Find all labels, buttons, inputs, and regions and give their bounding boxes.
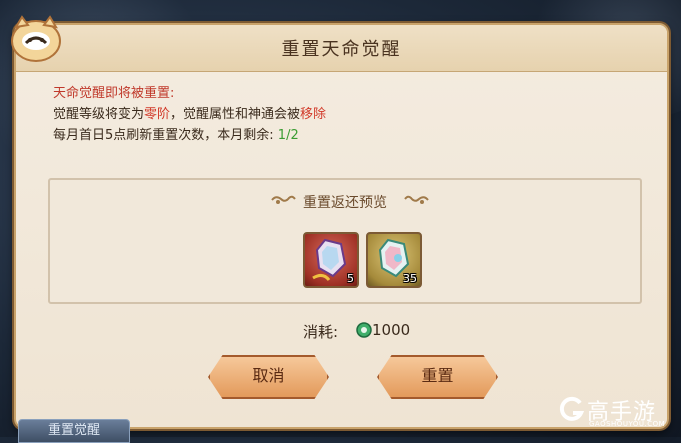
remove-text: 移除 — [300, 107, 327, 122]
level-reset-text: 觉醒等级将变为 — [53, 107, 145, 122]
reset-info: 天命觉醒即将被重置: 觉醒等级将变为零阶，觉醒属性和神通会被移除 每月首日5点刷… — [53, 83, 326, 146]
gold-crystal-item[interactable]: 35 — [366, 232, 422, 288]
refresh-line: 每月首日5点刷新重置次数，本月剩余: 1/2 — [53, 125, 326, 146]
reset-awakening-tab[interactable]: 重置觉醒 — [18, 419, 130, 443]
watermark: 高手游 GAOSHOUYOU.COM — [559, 392, 677, 432]
preview-title: 重置返还预览 — [303, 195, 387, 211]
dialog-title: 重置天命觉醒 — [281, 39, 402, 60]
warning-title: 天命觉醒即将被重置: — [53, 86, 175, 101]
remaining-count: 1/2 — [277, 128, 299, 143]
cancel-button[interactable]: 取消 — [208, 355, 329, 399]
cost-value: 1000 — [372, 321, 411, 339]
attribute-text: ，觉醒属性和神通会被 — [170, 107, 301, 122]
reset-preview-panel: 重置返还预览 5 35 — [48, 178, 642, 304]
item-count: 35 — [403, 272, 417, 285]
level-reset-line: 觉醒等级将变为零阶，觉醒属性和神通会被移除 — [53, 104, 326, 125]
reset-button[interactable]: 重置 — [377, 355, 498, 399]
red-crystal-item[interactable]: 5 — [303, 232, 359, 288]
zero-level-text: 零阶 — [144, 107, 171, 122]
refresh-text: 每月首日5点刷新重置次数，本月剩余: — [53, 128, 274, 143]
item-count: 5 — [347, 272, 354, 285]
cloud-ornament-right-icon — [404, 195, 429, 204]
dialog-header: 重置天命觉醒 — [16, 25, 667, 72]
mascot-icon — [11, 15, 61, 62]
reset-awakening-dialog: 重置天命觉醒 天命觉醒即将被重置: 觉醒等级将变为零阶，觉醒属性和神通会被移除 … — [11, 15, 669, 429]
gaoshouyou-logo-icon — [559, 396, 585, 421]
cost-label: 消耗: — [303, 323, 339, 341]
jade-coin-icon — [356, 322, 372, 338]
watermark-subtext: GAOSHOUYOU.COM — [589, 420, 666, 428]
